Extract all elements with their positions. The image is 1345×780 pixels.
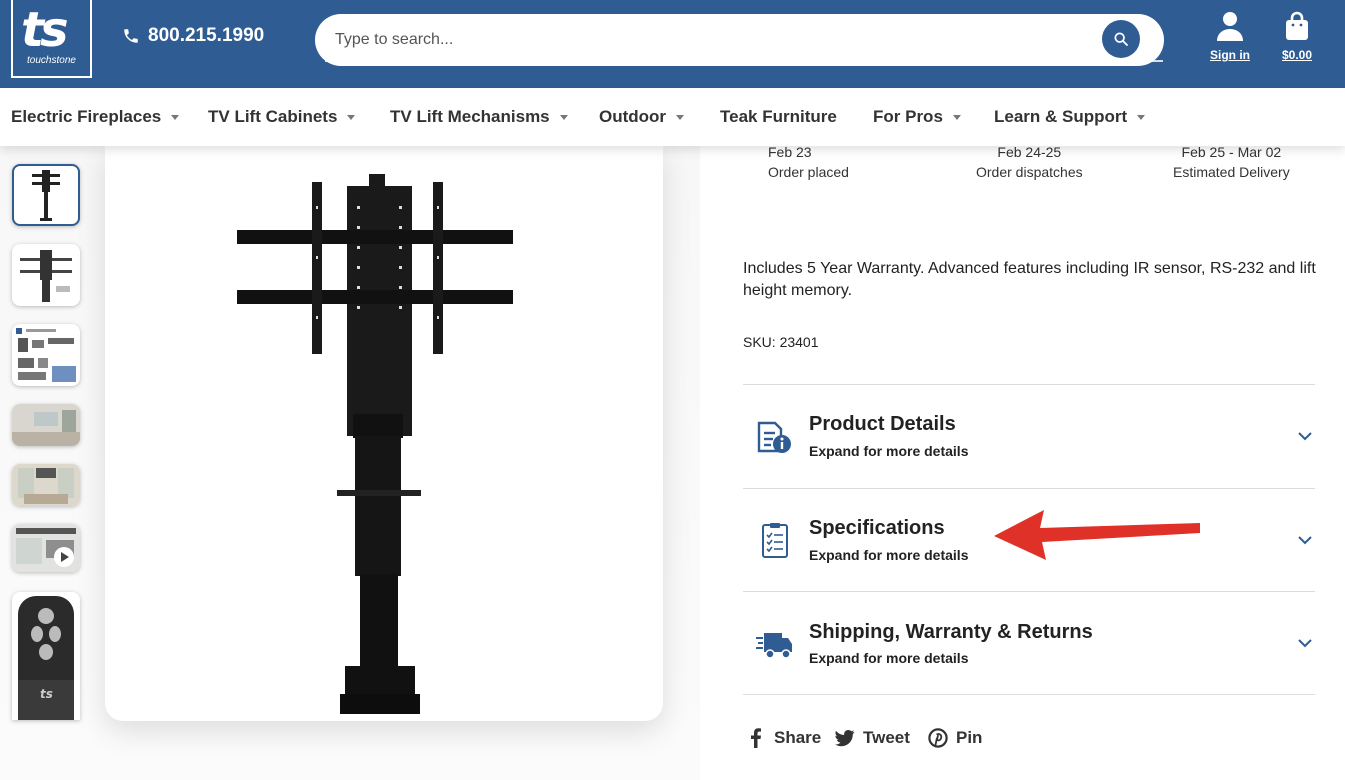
accordion-subtitle: Expand for more details bbox=[809, 443, 969, 459]
nav-outdoor[interactable]: Outdoor bbox=[599, 107, 685, 127]
caret-down-icon bbox=[676, 114, 685, 120]
cart-total: $0.00 bbox=[1282, 48, 1313, 62]
facebook-icon bbox=[751, 728, 761, 748]
logo-wordmark: touchstone bbox=[27, 55, 76, 66]
timeline-step-dispatch: Feb 24-25 Order dispatches bbox=[976, 142, 1083, 182]
thumbnail-image bbox=[16, 328, 76, 382]
thumbnail-image: ts bbox=[18, 596, 74, 720]
delivery-truck-icon bbox=[756, 633, 792, 659]
twitter-icon bbox=[835, 729, 855, 747]
user-icon bbox=[1217, 12, 1243, 41]
share-label: Pin bbox=[956, 728, 983, 747]
thumbnail-2[interactable] bbox=[12, 244, 80, 306]
thumbnail-image bbox=[32, 170, 60, 221]
timeline-label: Order dispatches bbox=[976, 164, 1083, 180]
sign-in-label: Sign in bbox=[1210, 48, 1250, 62]
annotation-arrow bbox=[994, 510, 1200, 560]
timeline-label: Estimated Delivery bbox=[1173, 164, 1290, 180]
cart-link[interactable]: $0.00 bbox=[1282, 10, 1312, 62]
accordion-product-details[interactable]: Product Details Expand for more details bbox=[743, 385, 1315, 485]
nav-label: Outdoor bbox=[599, 107, 667, 126]
pinterest-icon bbox=[928, 728, 948, 748]
caret-down-icon bbox=[347, 114, 356, 120]
touchstone-logo[interactable]: ts touchstone bbox=[11, 0, 92, 78]
thumbnail-4[interactable] bbox=[12, 404, 80, 446]
search-button[interactable] bbox=[1102, 20, 1140, 58]
clipboard-checklist-icon bbox=[762, 523, 788, 558]
phone-icon bbox=[124, 29, 138, 43]
caret-down-icon bbox=[952, 114, 961, 120]
nav-label: Learn & Support bbox=[994, 107, 1128, 126]
phone-link[interactable]: 800.215.1990 bbox=[122, 25, 264, 47]
play-icon bbox=[54, 547, 74, 567]
share-twitter[interactable]: Tweet bbox=[835, 728, 910, 748]
caret-down-icon bbox=[559, 114, 568, 120]
product-sku: SKU: 23401 bbox=[743, 334, 819, 350]
nav-tv-lift-cabinets[interactable]: TV Lift Cabinets bbox=[208, 107, 356, 127]
accordion-subtitle: Expand for more details bbox=[809, 547, 969, 563]
search-underline bbox=[325, 60, 1163, 62]
accordion-title: Specifications bbox=[809, 517, 945, 539]
thumbnail-video[interactable] bbox=[12, 524, 80, 572]
nav-tv-lift-mechanisms[interactable]: TV Lift Mechanisms bbox=[390, 107, 568, 127]
nav-label: TV Lift Cabinets bbox=[208, 107, 338, 126]
svg-text:ts: ts bbox=[40, 687, 53, 701]
product-main-image[interactable] bbox=[105, 146, 663, 721]
timeline-step-ordered: Feb 23 Order placed bbox=[768, 142, 849, 182]
thumbnail-remote[interactable]: ts bbox=[12, 592, 80, 720]
nav-label: For Pros bbox=[873, 107, 943, 126]
search-bar bbox=[315, 14, 1164, 66]
share-pinterest[interactable]: Pin bbox=[928, 728, 982, 748]
chevron-down-icon bbox=[1298, 432, 1312, 441]
share-label: Tweet bbox=[863, 728, 910, 747]
thumbnail-5[interactable] bbox=[12, 464, 80, 506]
nav-label: Electric Fireplaces bbox=[11, 107, 162, 126]
product-description: Includes 5 Year Warranty. Advanced featu… bbox=[743, 260, 1316, 299]
nav-label: Teak Furniture bbox=[720, 107, 837, 126]
nav-teak-furniture[interactable]: Teak Furniture bbox=[720, 107, 837, 127]
document-info-icon bbox=[757, 421, 791, 453]
thumbnail-image bbox=[20, 250, 72, 302]
divider bbox=[743, 694, 1315, 695]
thumbnail-3[interactable] bbox=[12, 324, 80, 386]
share-facebook[interactable]: Share bbox=[746, 728, 821, 748]
share-label: Share bbox=[774, 728, 822, 747]
search-input[interactable] bbox=[335, 26, 1095, 54]
logo-mark: ts bbox=[21, 2, 68, 58]
accordion-title: Shipping, Warranty & Returns bbox=[809, 621, 1093, 643]
accordion-title: Product Details bbox=[809, 413, 956, 435]
accordion-shipping-warranty-returns[interactable]: Shipping, Warranty & Returns Expand for … bbox=[743, 592, 1315, 692]
sign-in-link[interactable]: Sign in bbox=[1210, 10, 1250, 62]
timeline-label: Order placed bbox=[768, 164, 849, 180]
tv-lift-mechanism-image bbox=[237, 174, 513, 714]
caret-down-icon bbox=[171, 114, 180, 120]
search-icon bbox=[1114, 32, 1128, 46]
thumbnail-image bbox=[12, 464, 80, 506]
main-nav: Electric Fireplaces TV Lift Cabinets TV … bbox=[0, 88, 1345, 146]
caret-down-icon bbox=[1137, 114, 1146, 120]
shopping-bag-icon bbox=[1286, 11, 1309, 40]
nav-label: TV Lift Mechanisms bbox=[390, 107, 550, 126]
nav-learn-support[interactable]: Learn & Support bbox=[994, 107, 1146, 127]
phone-number: 800.215.1990 bbox=[148, 25, 265, 46]
accordion-subtitle: Expand for more details bbox=[809, 650, 969, 666]
nav-electric-fireplaces[interactable]: Electric Fireplaces bbox=[11, 107, 180, 127]
site-header: ts touchstone 800.215.1990 Sign in $0.00 bbox=[0, 0, 1345, 88]
thumbnail-1[interactable] bbox=[12, 164, 80, 226]
chevron-down-icon bbox=[1298, 536, 1312, 545]
timeline-step-delivery: Feb 25 - Mar 02 Estimated Delivery bbox=[1173, 142, 1290, 182]
chevron-down-icon bbox=[1298, 639, 1312, 648]
thumbnail-image bbox=[12, 404, 80, 446]
nav-for-pros[interactable]: For Pros bbox=[873, 107, 961, 127]
